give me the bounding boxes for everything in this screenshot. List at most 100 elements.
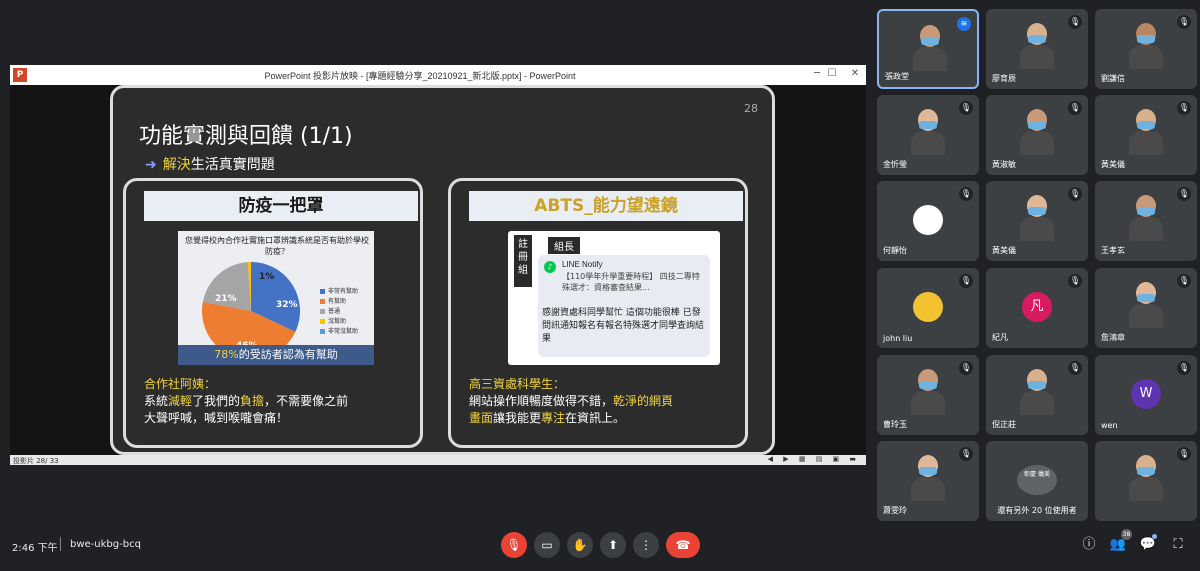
bell-icon: ♪ [544,261,556,273]
chart-legend: 非常有幫助 有幫助 普通 沒幫助 非常沒幫助 [320,287,358,337]
person-body [1020,131,1054,155]
panel-right-heading: ABTS_能力望遠鏡 [469,191,743,221]
meeting-details-button[interactable]: ⓘ [1079,535,1099,555]
ppt-status-bar: 投影片 28/ 33 ◀ ▶ ▦ ▤ ▣ ▬ [10,455,866,465]
participant-tile[interactable]: 🎙 曹玲玉 [877,355,979,435]
legend-label: 有幫助 [328,298,347,305]
participant-tile[interactable]: 🎙 廖育辰 [986,9,1088,89]
participant-tile[interactable]: 🎙 蕭雯玲 [877,441,979,521]
meeting-code: bwe-ukbg-bcq [70,539,141,550]
mic-muted-icon: 🎙 [1177,187,1191,201]
mic-off-button[interactable]: 🎙 [501,532,527,558]
participant-tile[interactable]: 🎙 黃美儀 [1095,95,1197,175]
legend-entry: 非常沒幫助 [320,327,358,337]
panel-left-caption: 合作社阿姨： 系統減輕了我們的負擔，不需要像之前 大聲呼喊，喊到喉嚨會痛！ [144,376,418,427]
participant-name: 王孝玄 [1101,246,1125,255]
face-mask [1137,294,1155,302]
mic-off-icon: 🎙 [506,538,522,552]
chart-foot-text: 的受訪者認為有幫助 [238,348,338,361]
more-options-button[interactable]: ⋮ [633,532,659,558]
divider [60,537,61,551]
participant-name: 詹鴻章 [1101,333,1125,342]
participant-name: 蕭雯玲 [883,506,907,515]
mic-muted-icon: 🎙 [1068,101,1082,115]
maximize-icon[interactable]: ☐ [825,68,839,79]
participant-tile[interactable]: 凡 🎙 紀凡 [986,268,1088,348]
pie-data-label: 21% [215,294,237,304]
participant-tile[interactable]: 🎙 倪正莊 [986,355,1088,435]
avatar: 彰慶 儀美 [1017,465,1057,495]
activities-button[interactable]: ⛶ [1168,535,1188,555]
close-icon[interactable]: ✕ [848,68,862,79]
participant-video [911,369,945,415]
leave-call-button[interactable]: ☎ [666,532,700,558]
panel-left: 防疫一把罩 您覺得校內合作社實施口罩辨識系統是否有助於學校防疫？ 32%46%2… [123,178,423,448]
registry-label: 註冊組 [514,235,532,287]
participant-video [1129,195,1163,241]
participant-tile[interactable]: 🎙 詹鴻章 [1095,268,1197,348]
participant-video [1020,369,1054,415]
mic-muted-icon: 🎙 [959,361,973,375]
participant-tile[interactable]: 彰慶 儀美 還有另外 20 位使用者 [986,441,1088,521]
caption-line-2: 大聲呼喊，喊到喉嚨會痛！ [144,411,289,425]
line-notify-message: 【110學年升學重要時程】 四技二專特殊選才：資格審查結果... [562,272,700,292]
caption-line-1: 網站操作順暢度做得不錯，乾淨的網頁 [469,393,743,410]
chart-footer: 78%的受訪者認為有幫助 [178,345,374,365]
avatar: 凡 [1022,292,1052,322]
raise-hand-button[interactable]: ✋ [567,532,593,558]
avatar [913,292,943,322]
activities-icon: ⛶ [1173,537,1183,552]
participant-video [1020,23,1054,69]
panel-right-heading-text: ABTS_能力望遠鏡 [534,196,678,216]
legend-swatch [320,309,325,314]
panel-left-heading: 防疫一把罩 [144,191,418,221]
caption-speaker: 合作社阿姨： [144,377,217,391]
person-body [1129,45,1163,69]
participant-tile[interactable]: 🎙 [1095,441,1197,521]
mic-muted-icon: 🎙 [1068,187,1082,201]
participant-video [913,25,947,71]
caption-speaker: 高三資處科學生： [469,377,566,391]
face-mask [1137,207,1155,215]
ppt-title-bar: P PowerPoint 投影片放映 - [專題經驗分享_20210921_新北… [10,65,866,85]
legend-swatch [320,299,325,304]
mic-muted-icon: 🎙 [1177,447,1191,461]
view-controls-icon[interactable]: ◀ ▶ ▦ ▤ ▣ ▬ [768,455,860,463]
present-icon: ⬆ [607,538,619,552]
hang-up-icon: ☎ [675,538,691,552]
caption-highlight: 畫面 [469,411,494,425]
camera-button[interactable]: ▭ [534,532,560,558]
legend-entry: 有幫助 [320,297,358,307]
caption-text: 系統 [144,394,169,408]
participant-tile[interactable]: 🎙 黃美儀 [986,181,1088,261]
participant-tile[interactable]: W 🎙 wen [1095,355,1197,435]
mic-muted-icon: 🎙 [959,187,973,201]
legend-label: 普通 [328,308,341,315]
legend-swatch [320,289,325,294]
panel-right-caption: 高三資處科學生： 網站操作順暢度做得不錯，乾淨的網頁 畫面讓我能更專注在資訊上。 [469,376,743,427]
caption-text: ，不需要像之前 [264,394,349,408]
pie-data-label: 32% [276,300,298,310]
participant-name: 黃美儀 [992,246,1016,255]
caption-highlight: 減輕 [168,394,193,408]
present-button[interactable]: ⬆ [600,532,626,558]
participant-tile[interactable]: 🎙 王孝玄 [1095,181,1197,261]
face-mask [921,37,939,45]
participant-tile[interactable]: 🎙 劉謙信 [1095,9,1197,89]
participant-name: 曹玲玉 [883,420,907,429]
avatar: W [1131,379,1161,409]
minimize-icon[interactable]: ─ [810,68,824,79]
participant-tile[interactable]: 🎙 金忻瑩 [877,95,979,175]
participant-tile[interactable]: ≋ 張政堂 [877,9,979,89]
survey-chart: 您覺得校內合作社實施口罩辨識系統是否有助於學校防疫？ 32%46%21%1% 非… [178,231,374,365]
participant-tile[interactable]: 🎙 john liu [877,268,979,348]
participant-tile[interactable]: 🎙 何靜怡 [877,181,979,261]
participant-video [911,455,945,501]
mic-muted-icon: 🎙 [1177,361,1191,375]
chat-unread-dot [1152,534,1157,539]
person-body [1129,131,1163,155]
participant-tile[interactable]: 🎙 黃淑敏 [986,95,1088,175]
ppt-window-title: PowerPoint 投影片放映 - [專題經驗分享_20210921_新北版.… [264,71,576,81]
subtitle-rest: 生活真實問題 [190,157,275,173]
participant-video [1129,455,1163,501]
